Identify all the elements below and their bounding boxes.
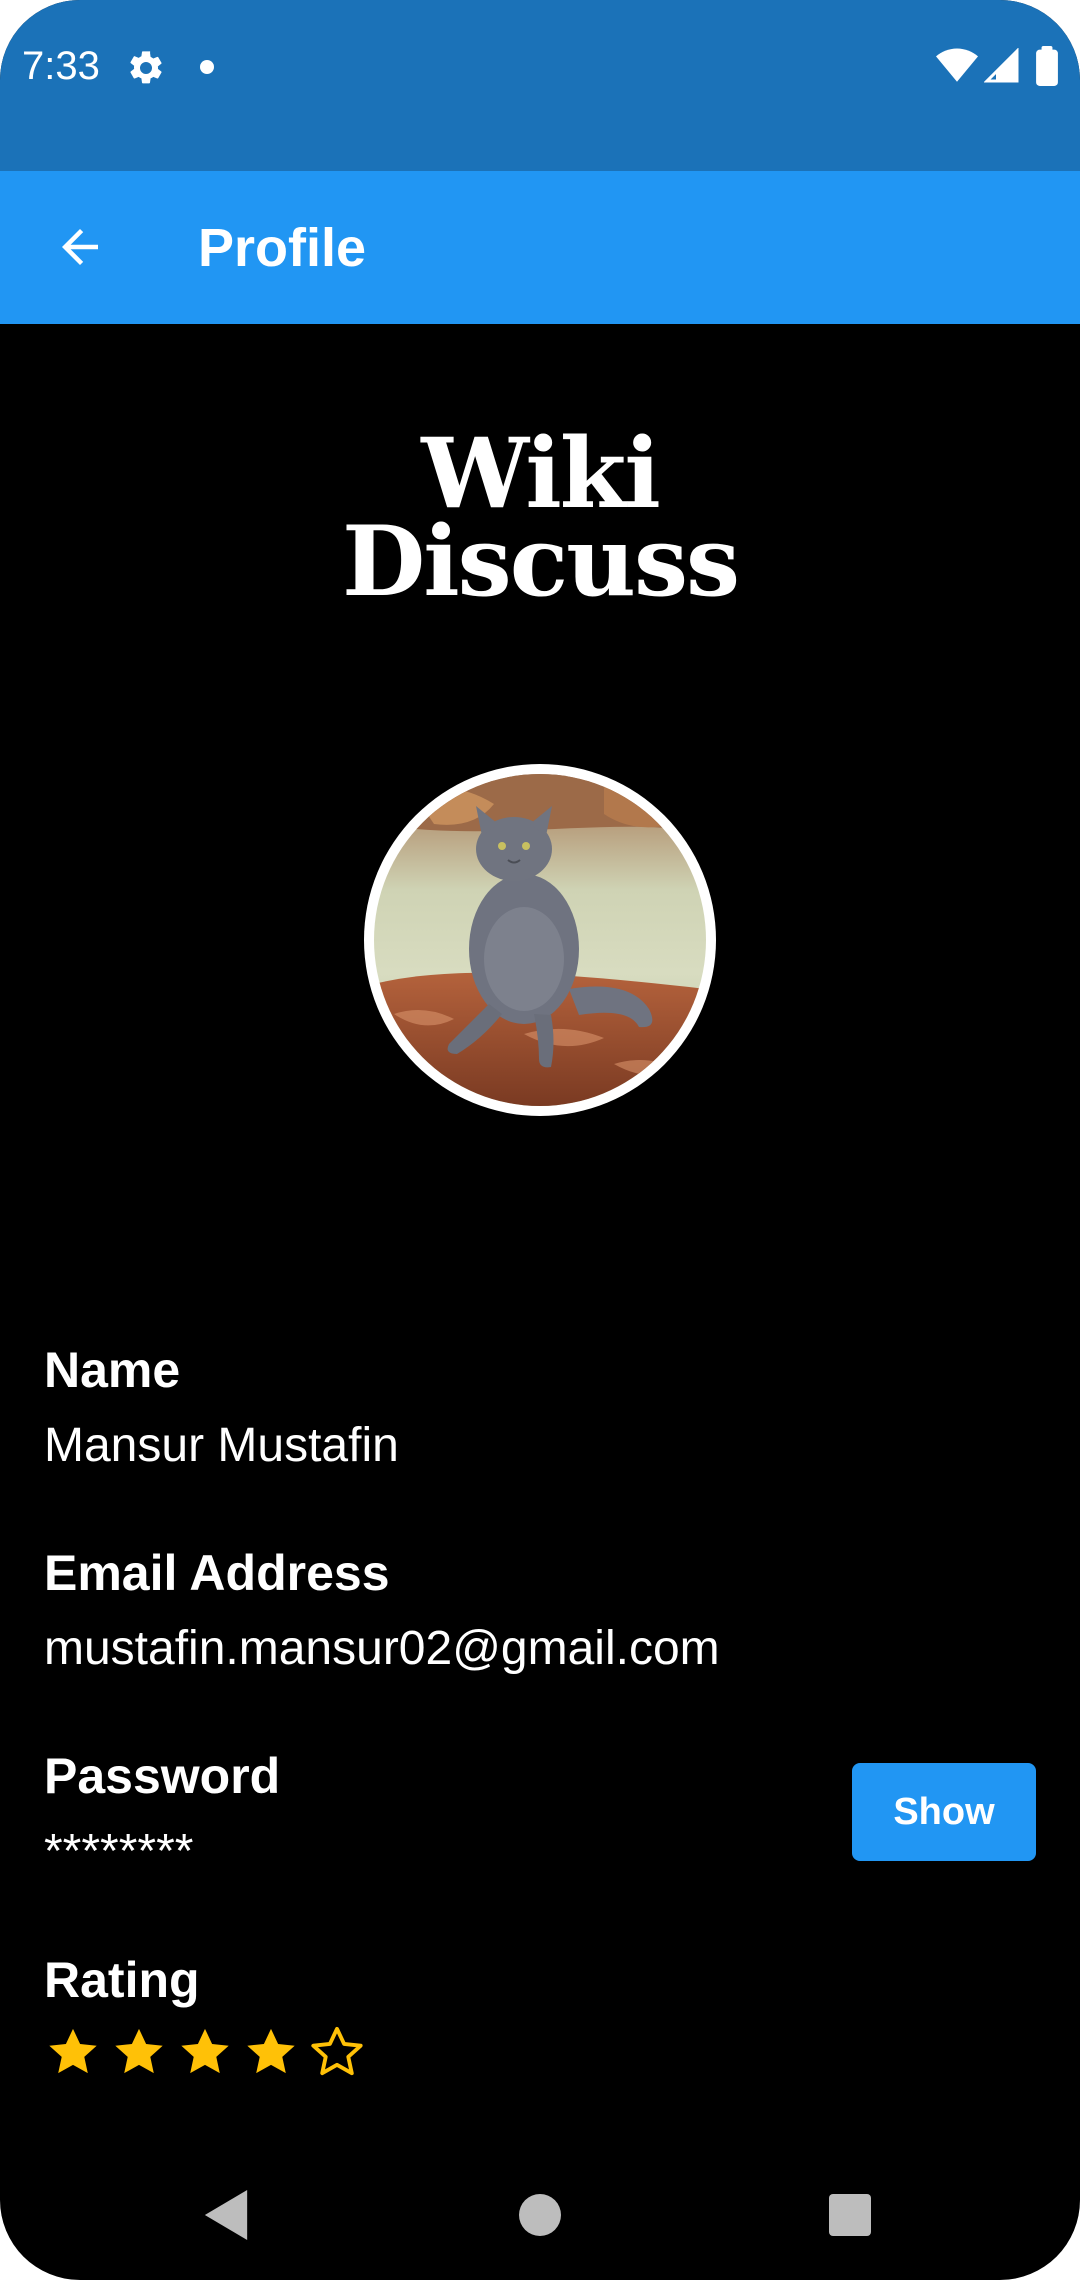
star-filled-icon[interactable] — [110, 2024, 168, 2082]
arrow-left-icon — [62, 229, 98, 265]
star-filled-icon[interactable] — [242, 2024, 300, 2082]
back-button[interactable] — [38, 205, 122, 289]
phone-screen: 7:33 Profile Wiki Discuss Name Mansur Mu… — [0, 0, 1080, 2280]
show-password-button[interactable]: Show — [852, 1763, 1036, 1861]
dot-icon — [200, 60, 214, 74]
star-filled-icon[interactable] — [44, 2024, 102, 2082]
email-value: mustafin.mansur02@gmail.com — [44, 1622, 720, 1675]
app-logo: Wiki Discuss — [0, 426, 1080, 618]
star-outline-icon[interactable] — [308, 2024, 366, 2082]
status-time: 7:33 — [22, 44, 100, 88]
name-value: Mansur Mustafin — [44, 1419, 399, 1472]
avatar[interactable] — [364, 764, 716, 1116]
rating-label: Rating — [44, 1952, 200, 2008]
nav-home-icon[interactable] — [519, 2194, 561, 2236]
battery-icon — [1036, 46, 1058, 86]
name-field: Name Mansur Mustafin — [44, 1340, 1036, 1476]
nav-back-icon[interactable] — [204, 2190, 248, 2240]
status-bar: 7:33 — [0, 0, 1080, 171]
nav-recents-icon[interactable] — [829, 2194, 871, 2236]
app-bar: Profile — [0, 171, 1080, 324]
email-field: Email Address mustafin.mansur02@gmail.co… — [44, 1543, 1036, 1679]
cat-photo-icon — [374, 774, 706, 1106]
wifi-icon — [936, 48, 978, 82]
email-label: Email Address — [44, 1545, 390, 1601]
name-label: Name — [44, 1342, 181, 1398]
system-nav-bar — [0, 2160, 1080, 2280]
rating-stars[interactable] — [44, 2024, 1036, 2082]
avatar-image — [374, 774, 706, 1106]
star-filled-icon[interactable] — [176, 2024, 234, 2082]
page-title: Profile — [198, 218, 367, 278]
gear-icon — [130, 51, 162, 84]
signal-icon — [984, 48, 1019, 83]
logo-line-2: Discuss — [341, 505, 740, 618]
rating-field: Rating — [44, 1950, 1036, 2082]
